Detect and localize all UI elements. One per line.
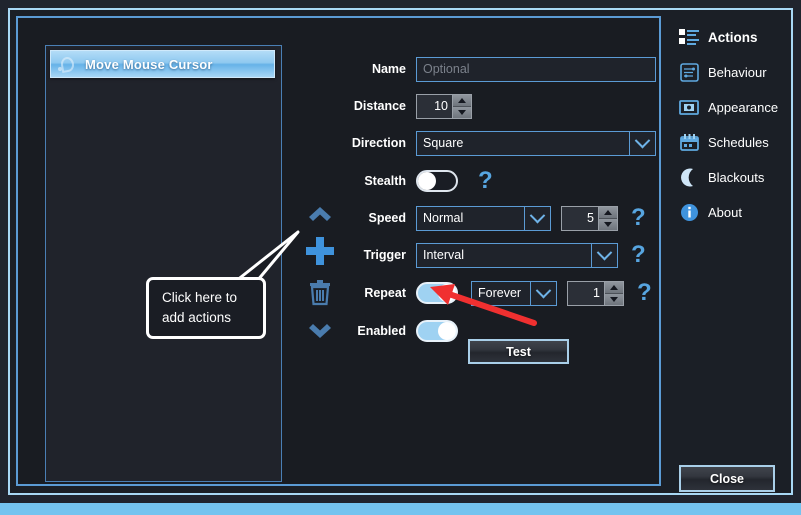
stealth-toggle[interactable]: [416, 170, 458, 192]
mouse-cursor-icon: [57, 55, 77, 73]
repeat-mode-select[interactable]: Forever: [471, 280, 557, 306]
main-content-panel: Move Mouse Cursor Name Optional Distance…: [16, 16, 661, 486]
app-root: Move Mouse Cursor Name Optional Distance…: [0, 0, 801, 515]
nav-label: Actions: [708, 30, 758, 45]
repeat-help-icon[interactable]: ?: [637, 281, 652, 305]
settings-window: Move Mouse Cursor Name Optional Distance…: [8, 8, 793, 495]
distance-decrement-button[interactable]: [453, 106, 471, 118]
window-background: Move Mouse Cursor Name Optional Distance…: [10, 10, 791, 493]
speed-value: Normal: [423, 211, 464, 225]
callout-line-1: Click here to: [162, 290, 238, 305]
chevron-down-icon[interactable]: [629, 131, 655, 155]
row-speed: Speed Normal 5 ?: [338, 203, 663, 233]
nav-label: About: [708, 205, 742, 220]
callout-tooltip: Click here to add actions: [146, 277, 266, 339]
repeat-count-value: 1: [593, 286, 600, 300]
trigger-value: Interval: [423, 248, 464, 262]
speed-stepper-buttons[interactable]: [598, 206, 617, 230]
trigger-select[interactable]: Interval: [416, 242, 618, 268]
info-icon: [678, 203, 700, 223]
row-name: Name: [338, 54, 663, 84]
distance-value: 10: [434, 99, 448, 113]
nav-label: Schedules: [708, 135, 769, 150]
repeat-label: Repeat: [364, 286, 406, 300]
speed-select[interactable]: Normal: [416, 205, 551, 231]
trash-icon[interactable]: [301, 275, 339, 309]
bottom-strip: [0, 503, 801, 515]
trigger-label: Trigger: [363, 248, 406, 262]
direction-label: Direction: [351, 136, 406, 150]
plus-icon[interactable]: [301, 234, 339, 268]
chevron-down-icon[interactable]: [591, 243, 617, 267]
nav-sidebar: Actions Behaviour Appearance Schedules B…: [674, 20, 794, 230]
actions-list-panel[interactable]: Move Mouse Cursor: [45, 45, 282, 482]
enabled-label: Enabled: [357, 324, 406, 338]
list-item-label: Move Mouse Cursor: [85, 56, 213, 72]
direction-value: Square: [423, 136, 464, 150]
list-icon: [678, 28, 700, 48]
chevron-down-icon[interactable]: [524, 206, 550, 230]
test-button[interactable]: Test: [468, 339, 569, 364]
behaviour-icon: [678, 63, 700, 83]
chevron-down-icon[interactable]: [301, 315, 339, 349]
list-item[interactable]: Move Mouse Cursor: [50, 50, 275, 78]
repeat-increment-button[interactable]: [605, 281, 623, 294]
repeat-decrement-button[interactable]: [605, 293, 623, 305]
speed-help-icon[interactable]: ?: [631, 206, 646, 230]
direction-select[interactable]: Square: [416, 130, 656, 156]
nav-label: Blackouts: [708, 170, 765, 185]
distance-label: Distance: [353, 99, 406, 113]
callout-line-2: add actions: [162, 310, 232, 325]
moon-icon: [678, 168, 700, 188]
trigger-help-icon[interactable]: ?: [631, 243, 646, 267]
chevron-down-icon[interactable]: [530, 281, 556, 305]
nav-label: Behaviour: [708, 65, 767, 80]
calendar-icon: [678, 133, 700, 153]
row-distance: Distance 10: [338, 91, 663, 121]
row-trigger: Trigger Interval ?: [338, 240, 663, 270]
name-input[interactable]: [416, 56, 656, 82]
chevron-up-icon[interactable]: [301, 196, 339, 230]
repeat-stepper-buttons[interactable]: [604, 281, 623, 305]
distance-stepper[interactable]: 10: [416, 93, 472, 119]
nav-item-appearance[interactable]: Appearance: [674, 90, 794, 125]
close-button[interactable]: Close: [679, 465, 775, 492]
row-stealth: Stealth ?: [338, 166, 663, 196]
nav-label: Appearance: [708, 100, 779, 115]
distance-stepper-buttons[interactable]: [452, 94, 471, 118]
nav-item-behaviour[interactable]: Behaviour: [674, 55, 794, 90]
speed-label: Speed: [368, 211, 406, 225]
repeat-count-stepper[interactable]: 1: [567, 280, 624, 306]
enabled-toggle[interactable]: [416, 320, 458, 342]
speed-number-value: 5: [587, 211, 594, 225]
speed-decrement-button[interactable]: [599, 218, 617, 230]
distance-increment-button[interactable]: [453, 94, 471, 107]
speed-increment-button[interactable]: [599, 206, 617, 219]
name-label: Name: [371, 62, 406, 76]
nav-item-about[interactable]: About: [674, 195, 794, 230]
repeat-toggle[interactable]: [416, 282, 458, 304]
speed-stepper[interactable]: 5: [561, 205, 618, 231]
stealth-label: Stealth: [364, 174, 406, 188]
row-repeat: Repeat Forever 1 ?: [338, 278, 663, 308]
nav-item-blackouts[interactable]: Blackouts: [674, 160, 794, 195]
repeat-mode-value: Forever: [478, 286, 522, 300]
nav-item-actions[interactable]: Actions: [674, 20, 794, 55]
appearance-icon: [678, 98, 700, 118]
stealth-help-icon[interactable]: ?: [478, 169, 493, 193]
actions-toolbar: [301, 196, 339, 351]
row-direction: Direction Square: [338, 128, 663, 158]
nav-item-schedules[interactable]: Schedules: [674, 125, 794, 160]
